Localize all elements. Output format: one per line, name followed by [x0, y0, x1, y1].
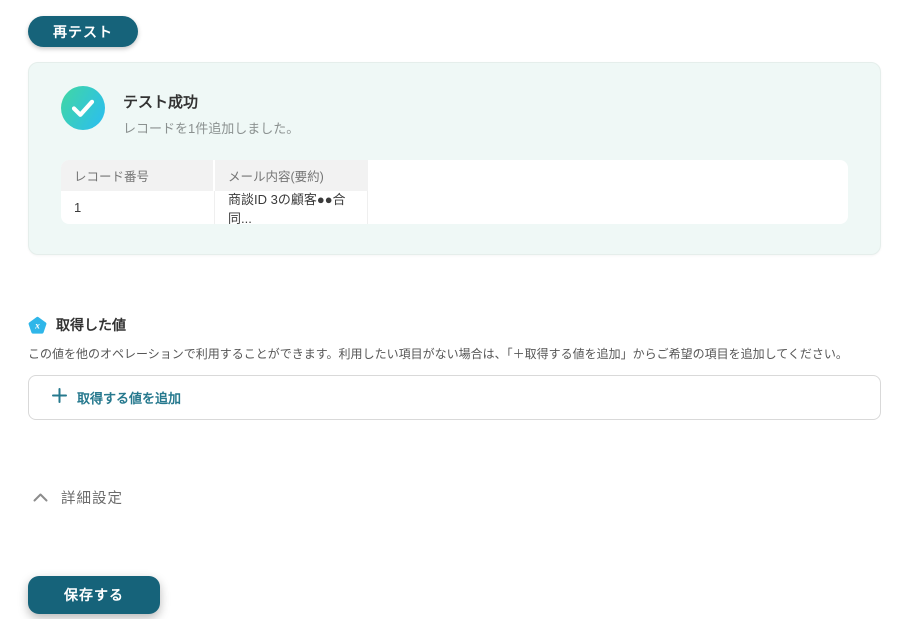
retest-button[interactable]: 再テスト: [28, 16, 138, 47]
operation-test-page: 再テスト テスト成功 レコードを1件追加しました。 レコード番号 メール内容(要…: [0, 0, 921, 614]
table-row-filler: [368, 191, 848, 224]
advanced-settings-label: 詳細設定: [61, 491, 123, 507]
variable-icon: x: [28, 316, 47, 335]
column-header-record-number: レコード番号: [61, 160, 215, 191]
retrieved-values-section: x 取得した値 この値を他のオペレーションで利用することができます。利用したい項…: [28, 315, 921, 420]
column-header-mail-summary: メール内容(要約): [215, 160, 368, 191]
save-button[interactable]: 保存する: [28, 576, 160, 614]
table-row: 1 商談ID 3の顧客●●合同...: [61, 191, 848, 224]
test-result-message: レコードを1件追加しました。: [123, 121, 300, 136]
save-button-row: 保存する: [28, 508, 921, 614]
advanced-settings-toggle[interactable]: 詳細設定: [33, 487, 123, 508]
table-header-filler: [368, 160, 848, 191]
test-result-table: レコード番号 メール内容(要約) 1 商談ID 3の顧客●●合同...: [61, 160, 848, 224]
retrieved-values-title: 取得した値: [56, 317, 126, 333]
add-value-label: 取得する値を追加: [77, 391, 182, 406]
success-check-icon: [61, 86, 105, 130]
svg-text:x: x: [34, 321, 40, 331]
test-success-text: テスト成功 レコードを1件追加しました。: [123, 86, 299, 137]
chevron-up-icon: [33, 493, 48, 502]
plus-icon: [52, 387, 67, 408]
retrieved-values-header: x 取得した値: [28, 315, 921, 335]
cell-record-number: 1: [61, 191, 215, 224]
test-success-panel: テスト成功 レコードを1件追加しました。 レコード番号 メール内容(要約) 1 …: [28, 62, 881, 255]
cell-mail-summary: 商談ID 3の顧客●●合同...: [215, 191, 368, 224]
retrieved-values-description: この値を他のオペレーションで利用することができます。利用したい項目がない場合は、…: [28, 347, 848, 361]
test-success-header: テスト成功 レコードを1件追加しました。: [61, 86, 846, 137]
table-header-row: レコード番号 メール内容(要約): [61, 160, 848, 191]
test-result-title: テスト成功: [123, 94, 199, 111]
add-value-button[interactable]: 取得する値を追加: [28, 375, 881, 420]
